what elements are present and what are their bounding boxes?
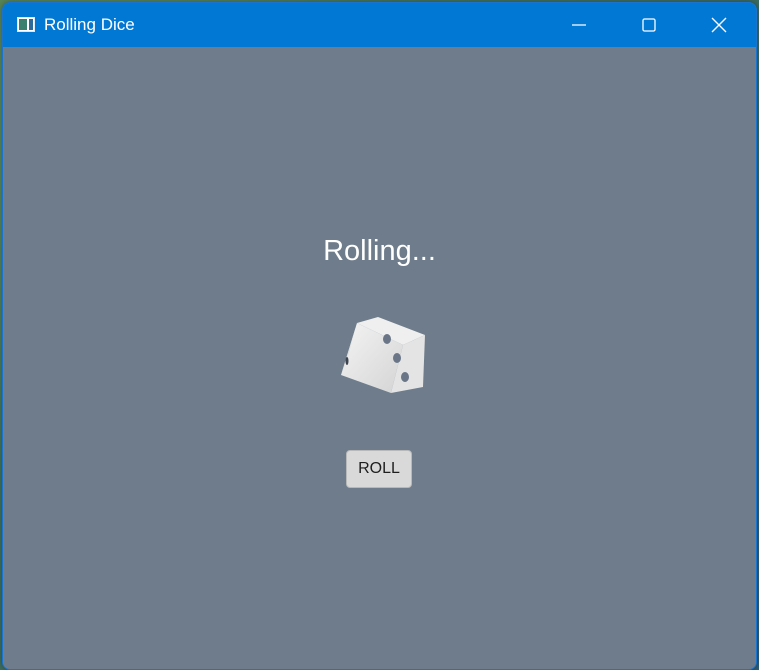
maximize-icon bbox=[642, 18, 656, 32]
window-title: Rolling Dice bbox=[44, 15, 135, 34]
rolling-status-text: Rolling... bbox=[323, 235, 436, 267]
roll-button[interactable]: ROLL bbox=[346, 450, 412, 488]
main-content: Rolling... ROLL bbox=[3, 47, 756, 669]
close-button[interactable] bbox=[684, 3, 754, 47]
app-window-icon bbox=[17, 17, 35, 32]
app-window: Rolling Dice Rolling... ROLL bbox=[2, 2, 757, 670]
maximize-button[interactable] bbox=[614, 3, 684, 47]
title-bar[interactable]: Rolling Dice bbox=[3, 3, 756, 47]
dice-icon bbox=[341, 317, 425, 393]
close-icon bbox=[711, 17, 727, 33]
minimize-icon bbox=[572, 24, 586, 26]
minimize-button[interactable] bbox=[544, 3, 614, 47]
